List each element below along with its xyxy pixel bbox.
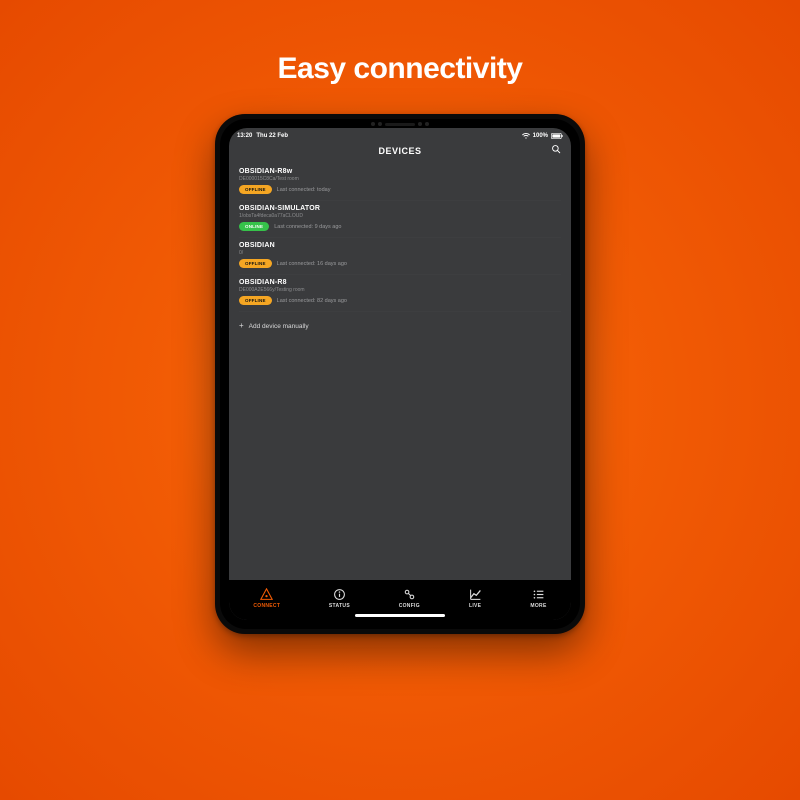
- status-badge: OFFLINE: [239, 296, 272, 305]
- last-connected: Last connected: 16 days ago: [277, 261, 347, 267]
- device-name: OBSIDIAN-SIMULATOR: [239, 205, 561, 212]
- last-connected: Last connected: 82 days ago: [277, 298, 347, 304]
- device-name: OBSIDIAN-R8: [239, 279, 561, 286]
- device-row[interactable]: OBSIDIAN-R8w DE000015C8Ca/Test room OFFL…: [239, 164, 561, 201]
- status-date: Thu 22 Feb: [256, 133, 288, 139]
- add-device-button[interactable]: + Add device manually: [239, 312, 561, 330]
- last-connected: Last connected: today: [277, 187, 331, 193]
- last-connected: Last connected: 9 days ago: [274, 224, 341, 230]
- tab-more[interactable]: MORE: [530, 588, 546, 609]
- device-name: OBSIDIAN-R8w: [239, 168, 561, 175]
- device-row[interactable]: OBSIDIAN-R8 DE000A2E566y/Testing room OF…: [239, 275, 561, 312]
- tab-label: LIVE: [469, 603, 481, 609]
- device-row[interactable]: OBSIDIAN 0/ OFFLINE Last connected: 16 d…: [239, 238, 561, 275]
- tab-status[interactable]: STATUS: [329, 588, 350, 609]
- tab-label: CONNECT: [253, 603, 280, 609]
- list-icon: [532, 588, 545, 601]
- promo-stage: Easy connectivity 13:20 Thu 22 Feb: [0, 0, 800, 800]
- device-name: OBSIDIAN: [239, 242, 561, 249]
- search-button[interactable]: [551, 144, 561, 154]
- home-indicator[interactable]: [355, 614, 445, 617]
- device-subtitle: DE000A2E566y/Testing room: [239, 287, 561, 293]
- battery-icon: [551, 133, 563, 139]
- chart-icon: [469, 588, 482, 601]
- tab-live[interactable]: LIVE: [469, 588, 482, 609]
- tab-label: STATUS: [329, 603, 350, 609]
- status-time: 13:20: [237, 133, 252, 139]
- tab-label: CONFIG: [399, 603, 420, 609]
- tablet-bezel: 13:20 Thu 22 Feb 100% D: [220, 119, 580, 629]
- connect-icon: [260, 588, 273, 601]
- search-icon: [551, 144, 561, 154]
- screen: 13:20 Thu 22 Feb 100% D: [229, 128, 571, 620]
- status-badge: ONLINE: [239, 222, 269, 231]
- status-bar: 13:20 Thu 22 Feb 100%: [229, 128, 571, 142]
- device-row[interactable]: OBSIDIAN-SIMULATOR 1/obsTa4fdeca0a77aCLO…: [239, 201, 561, 238]
- add-device-label: Add device manually: [249, 323, 309, 330]
- device-subtitle: 0/: [239, 250, 561, 256]
- promo-headline: Easy connectivity: [278, 52, 523, 86]
- tablet-frame: 13:20 Thu 22 Feb 100% D: [215, 114, 585, 634]
- device-list: OBSIDIAN-R8w DE000015C8Ca/Test room OFFL…: [229, 162, 571, 580]
- status-battery: 100%: [533, 133, 548, 139]
- device-subtitle: 1/obsTa4fdeca0a77aCLOUD: [239, 213, 561, 219]
- tab-config[interactable]: CONFIG: [399, 588, 420, 609]
- tab-connect[interactable]: CONNECT: [253, 588, 280, 609]
- status-badge: OFFLINE: [239, 259, 272, 268]
- page-title: DEVICES: [378, 146, 421, 156]
- status-badge: OFFLINE: [239, 185, 272, 194]
- tab-label: MORE: [530, 603, 546, 609]
- sensor-bar: [371, 122, 429, 126]
- page-header: DEVICES: [229, 142, 571, 162]
- device-subtitle: DE000015C8Ca/Test room: [239, 176, 561, 182]
- wifi-icon: [522, 133, 530, 139]
- info-icon: [333, 588, 346, 601]
- config-icon: [403, 588, 416, 601]
- plus-icon: +: [239, 322, 244, 330]
